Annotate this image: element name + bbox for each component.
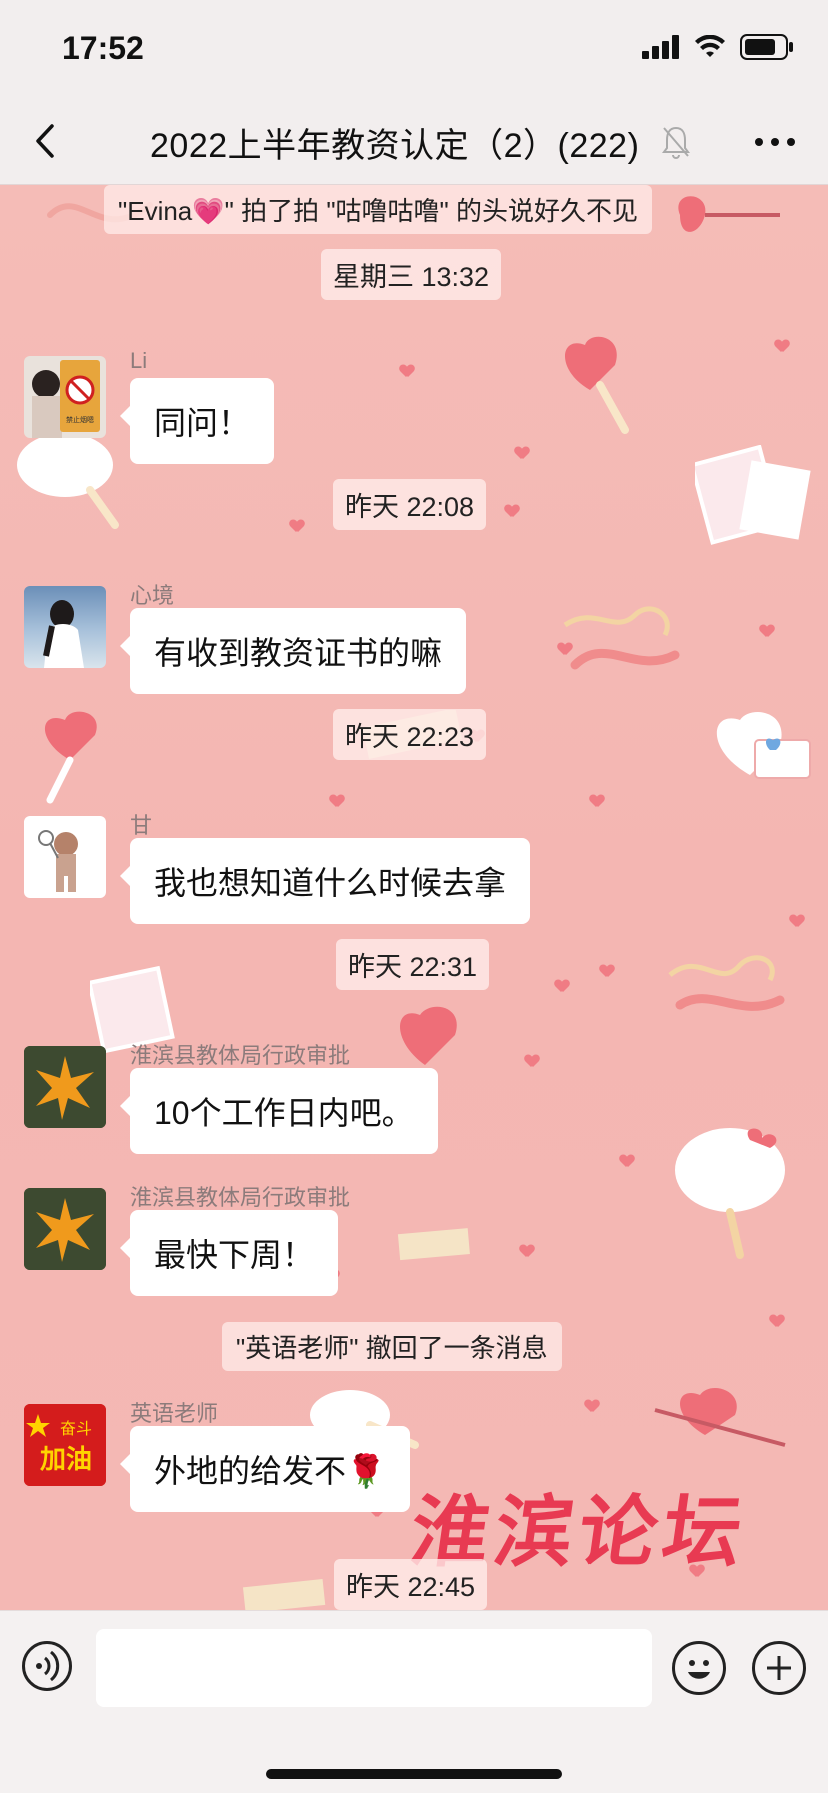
status-time: 17:52	[62, 30, 144, 66]
ribbon-decoration	[563, 606, 680, 670]
heart-decoration	[620, 1155, 634, 1167]
heart-decoration	[585, 1400, 599, 1412]
sender-name: 淮滨县教体局行政审批	[130, 1043, 351, 1068]
heart-decoration	[290, 520, 304, 532]
arrow-heart-decoration	[654, 1387, 786, 1447]
heart-decoration	[505, 505, 519, 517]
avatar[interactable]	[24, 1046, 106, 1128]
love-letter-decoration	[716, 712, 811, 779]
heart-decoration	[600, 965, 614, 977]
avatar[interactable]	[24, 1188, 106, 1270]
input-bar	[0, 1610, 828, 1793]
avatar-badge-text: 奋斗	[60, 1419, 92, 1438]
chat-area[interactable]: "Evina💗" 拍了拍 "咕噜咕噜" 的头说好久不见 星期三 13:32 禁止…	[0, 185, 828, 1610]
heart-lollipop-decoration	[45, 711, 97, 804]
cellular-signal-icon	[642, 35, 679, 59]
photo-card-decoration	[695, 445, 811, 545]
message-input[interactable]	[96, 1629, 652, 1707]
heart-decoration	[590, 795, 604, 807]
heart-decoration	[400, 365, 414, 377]
ticket-decoration	[397, 1228, 470, 1261]
arrow-heart-decoration	[678, 196, 780, 232]
sender-name: 淮滨县教体局行政审批	[130, 1185, 351, 1210]
timestamp: 昨天 22:23	[333, 709, 487, 760]
status-icons	[642, 34, 794, 60]
battery-icon	[740, 34, 793, 60]
timestamp: 昨天 22:45	[334, 1559, 488, 1610]
heart-decoration	[770, 1315, 784, 1327]
heart-decoration	[775, 340, 789, 352]
plus-icon	[767, 1656, 791, 1680]
timestamp: 昨天 22:31	[336, 939, 490, 990]
more-options-icon[interactable]	[750, 122, 800, 162]
home-indicator[interactable]	[266, 1769, 562, 1779]
back-arrow-icon[interactable]	[24, 116, 68, 166]
system-notice-recall: "英语老师" 撤回了一条消息	[222, 1322, 562, 1371]
hello-kitty-love-decoration	[675, 1128, 785, 1259]
message-bubble[interactable]: 外地的给发不🌹	[120, 1426, 410, 1512]
heart-decoration	[520, 1245, 534, 1257]
heart-decoration	[790, 915, 804, 927]
heart-decoration	[330, 795, 344, 807]
heart-decoration	[525, 1055, 539, 1067]
message-bubble[interactable]: 最快下周！	[119, 1210, 339, 1296]
voice-wave-icon	[36, 1650, 60, 1682]
chat-header: 2022上半年教资认定（2）(222)	[0, 100, 828, 185]
sender-name: Li	[130, 348, 148, 373]
message-bubble[interactable]: 我也想知道什么时候去拿	[119, 838, 531, 924]
heart-bow-decoration	[400, 1006, 457, 1065]
emoji-button[interactable]	[672, 1641, 726, 1695]
smiley-icon	[688, 1660, 710, 1679]
mute-bell-icon	[662, 126, 690, 159]
avatar[interactable]	[24, 586, 106, 668]
message-bubble[interactable]: 有收到教资证书的嘛	[119, 608, 467, 694]
timestamp: 昨天 22:08	[333, 479, 487, 530]
avatar-badge-text: 禁止烟嗯	[66, 415, 94, 424]
voice-input-button[interactable]	[22, 1641, 72, 1691]
sender-name: 英语老师	[130, 1401, 219, 1426]
avatar[interactable]	[24, 816, 106, 898]
avatar[interactable]: 奋斗 加油	[24, 1404, 106, 1486]
avatar-badge-text: 加油	[40, 1445, 92, 1475]
sender-name: 甘	[130, 813, 153, 838]
wifi-icon	[695, 35, 725, 57]
message-bubble[interactable]: 10个工作日内吧。	[120, 1068, 438, 1154]
ribbon-decoration	[668, 955, 785, 1011]
system-notice-pat: "Evina💗" 拍了拍 "咕噜咕噜" 的头说好久不见	[104, 185, 653, 234]
message-bubble[interactable]: 同问！	[119, 378, 275, 464]
heart-decoration	[515, 447, 529, 459]
ticket-decoration	[242, 1578, 326, 1610]
heart-decoration	[760, 625, 774, 637]
heart-lollipop-decoration	[565, 336, 629, 434]
timestamp: 星期三 13:32	[321, 249, 502, 300]
sender-name: 心境	[130, 583, 175, 608]
avatar[interactable]: 禁止烟嗯	[24, 356, 106, 438]
chat-title: 2022上半年教资认定（2）(222)	[150, 127, 640, 165]
status-bar: 17:52	[0, 0, 828, 100]
more-functions-button[interactable]	[752, 1641, 806, 1695]
heart-decoration	[555, 980, 569, 992]
